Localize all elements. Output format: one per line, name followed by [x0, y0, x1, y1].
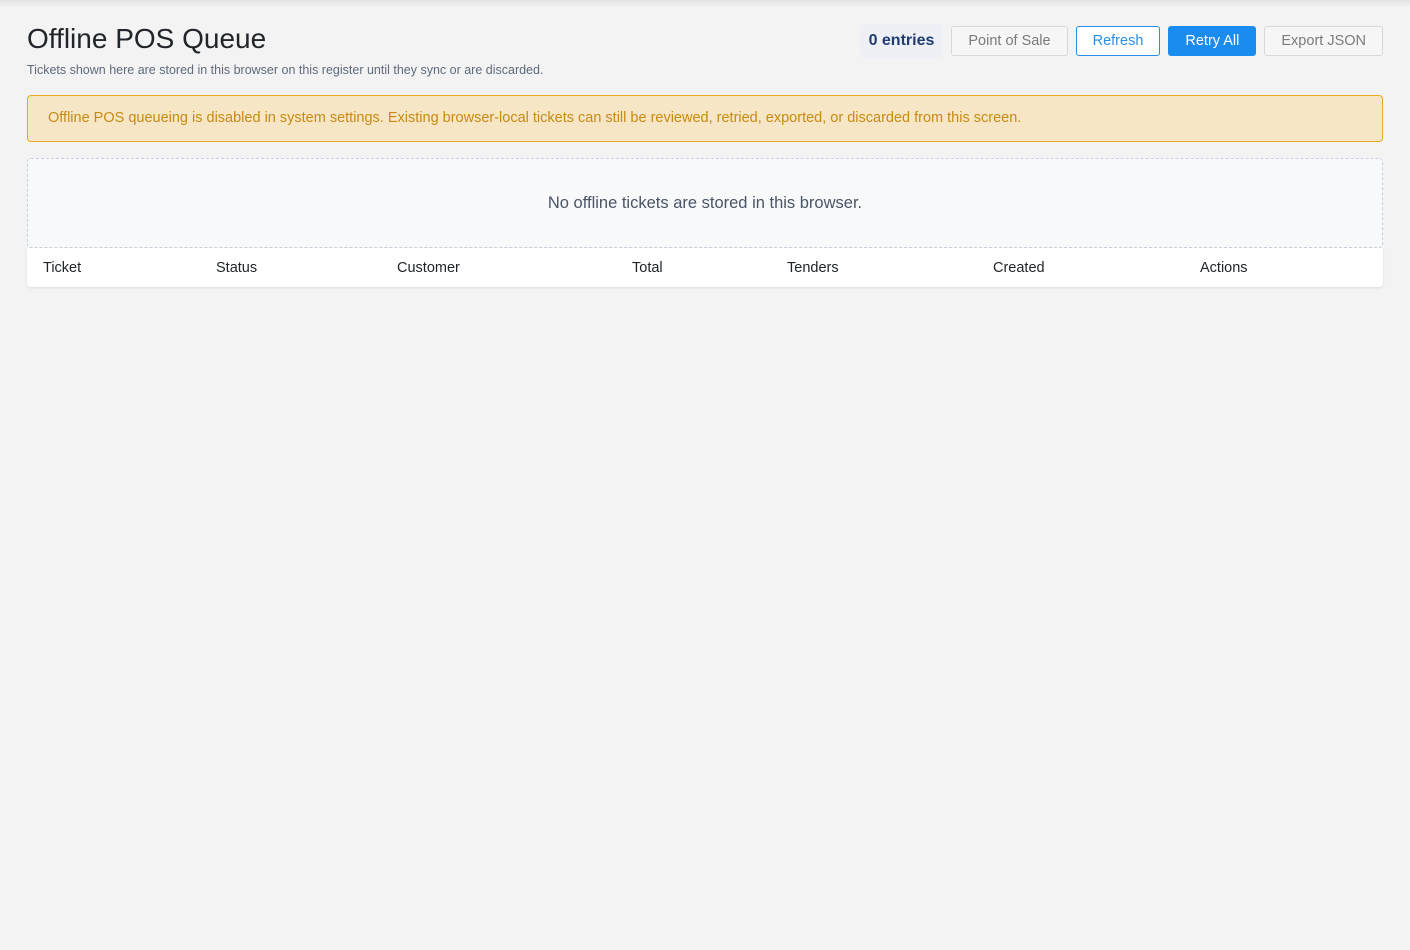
refresh-button[interactable]: Refresh: [1075, 26, 1161, 56]
column-header-total: Total: [632, 259, 663, 276]
export-json-button[interactable]: Export JSON: [1264, 26, 1383, 56]
column-header-status: Status: [216, 259, 258, 276]
column-header-actions: Actions: [1200, 259, 1248, 276]
entries-count-badge: 0 entries: [859, 24, 944, 58]
retry-all-button[interactable]: Retry All: [1168, 26, 1257, 56]
offline-disabled-alert: Offline POS queueing is disabled in syst…: [27, 95, 1383, 142]
column-header-customer: Customer: [397, 259, 460, 276]
point-of-sale-button[interactable]: Point of Sale: [951, 26, 1068, 56]
table-header-row: Ticket Status Customer Total Tenders Cre…: [27, 248, 1383, 287]
page-subtitle: Tickets shown here are stored in this br…: [27, 63, 544, 77]
column-header-ticket: Ticket: [43, 259, 82, 276]
column-header-tenders: Tenders: [787, 259, 839, 276]
tickets-table-card: Ticket Status Customer Total Tenders Cre…: [27, 248, 1383, 287]
page-title: Offline POS Queue: [27, 23, 267, 54]
offline-queue-page: Offline POS Queue Tickets shown here are…: [27, 0, 1383, 287]
empty-state-message: No offline tickets are stored in this br…: [27, 158, 1383, 248]
column-header-created: Created: [993, 259, 1045, 276]
page-header: Offline POS Queue Tickets shown here are…: [27, 0, 1383, 95]
tickets-table: Ticket Status Customer Total Tenders Cre…: [27, 248, 1383, 287]
header-actions: 0 entries Point of Sale Refresh Retry Al…: [859, 24, 1383, 58]
